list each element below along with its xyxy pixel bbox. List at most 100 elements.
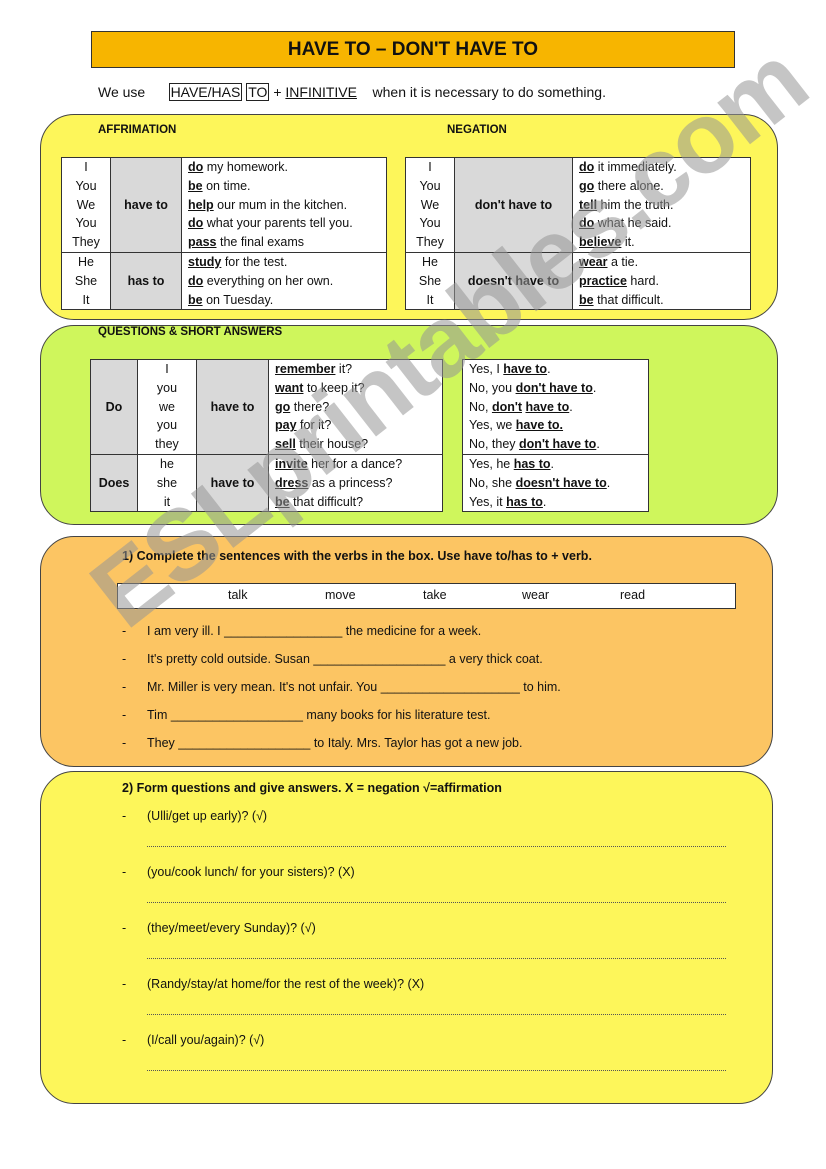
complement: our mum in the kitchen. — [213, 197, 348, 212]
verb: pay — [275, 418, 297, 433]
prompt-text: (Randy/stay/at home/for the rest of the … — [147, 977, 425, 991]
answer-text: No, — [469, 399, 492, 414]
verbs-cell: wear a tie. practice hard. be that difficu… — [572, 251, 751, 311]
short-answer: No, she doesn't have to. — [469, 474, 648, 493]
short-answer: No, they don't have to. — [469, 435, 648, 454]
bullet-dash: - — [122, 624, 127, 638]
verb: go — [579, 178, 595, 193]
gap-fill-sentence: - Tim ___________________ many books for … — [122, 708, 491, 722]
do-does-cell: Does — [90, 453, 138, 513]
subject: We — [420, 197, 440, 212]
subjects-cell: I You We You They — [405, 157, 455, 253]
complement: to keep it? — [303, 380, 365, 395]
verb: do — [579, 160, 595, 174]
short-answer: Yes, we have to. — [469, 416, 648, 435]
sentence-text: It's pretty cold outside. Susan ________… — [147, 652, 543, 666]
short-answer: Yes, I have to. — [469, 360, 648, 379]
answer-text: . — [550, 456, 555, 471]
example-line: practice hard. — [579, 272, 750, 291]
do-does-cell: Do — [90, 359, 138, 455]
example-line: help our mum in the kitchen. — [188, 196, 386, 215]
answer-text: . — [592, 380, 597, 395]
question-line: remember it? — [275, 360, 442, 379]
answers-cell: Yes, I have to. No, you don't have to. No,… — [462, 359, 649, 455]
negation-label: NEGATION — [447, 124, 507, 136]
answer-line[interactable] — [147, 1070, 726, 1071]
verb: do — [579, 216, 595, 231]
subject: You — [75, 178, 97, 193]
answer-line[interactable] — [147, 958, 726, 959]
subject: She — [74, 273, 98, 288]
have-to-cell: have to — [196, 359, 269, 455]
subject: You — [419, 178, 441, 193]
answer-text: No, she — [469, 475, 516, 490]
example-line: pass the final exams — [188, 233, 386, 252]
question-prompt: - (I/call you/again)? (√) — [122, 1033, 264, 1047]
short-answer: Yes, it has to. — [469, 493, 648, 512]
question-line: sell their house? — [275, 435, 442, 454]
table-row: Yes, I have to. No, you don't have to. No,… — [462, 359, 649, 455]
negation-table: I You We You They don't have to do it immediat… — [405, 157, 751, 311]
worksheet-title: HAVE TO – DON'T HAVE TO — [91, 31, 735, 68]
subjects-cell: he she it — [137, 453, 197, 513]
bullet-dash: - — [122, 708, 127, 722]
subject: I — [165, 362, 169, 376]
subjects-cell: He She It — [61, 251, 111, 311]
subjects-cell: He She It — [405, 251, 455, 311]
answer-text: Yes, we — [469, 418, 516, 433]
subject: you — [156, 418, 178, 433]
complement: a tie. — [607, 254, 639, 269]
complement: for it? — [296, 418, 332, 433]
answers-cell: Yes, he has to. No, she doesn't have to. Y… — [462, 453, 649, 513]
subject: They — [72, 235, 100, 250]
table-row: Does he she it have to invite her for a dance… — [90, 453, 443, 513]
questions-table: Do Iyou we you they have to remember it? want t… — [90, 359, 443, 513]
subject: They — [416, 235, 444, 250]
auxiliary-cell: has to — [110, 251, 182, 311]
complement: as a princess? — [308, 475, 393, 490]
gap-fill-sentence: - Mr. Miller is very mean. It's not unfai… — [122, 680, 561, 694]
verb: want — [275, 380, 304, 395]
answer-verb: doesn't have to — [515, 475, 607, 490]
question-prompt: - (Randy/stay/at home/for the rest of the… — [122, 977, 424, 991]
table-row: He She It doesn't have to wear a tie. practic… — [405, 251, 751, 311]
bullet-dash: - — [122, 977, 127, 991]
subject: He — [422, 254, 438, 269]
answer-verb: don't have to — [515, 380, 593, 395]
bullet-dash: - — [122, 652, 127, 666]
subject: we — [159, 399, 175, 414]
complement: it. — [621, 235, 635, 250]
prompt-text: (they/meet/every Sunday)? (√) — [147, 921, 316, 935]
verbs-cell: do it immediately. go there alone. tell hi… — [572, 157, 751, 253]
subject: We — [76, 197, 96, 212]
gap-fill-sentence: - I am very ill. I _________________ the … — [122, 624, 481, 638]
affirmation-table: I You We You They have to do my homework. be on… — [61, 157, 387, 311]
complement: him the truth. — [597, 197, 674, 212]
question-line: be that difficult? — [275, 493, 442, 512]
complement: everything on her own. — [203, 273, 334, 288]
answer-verb: don't — [491, 399, 522, 414]
subject: She — [418, 273, 442, 288]
answer-text: No, they — [469, 437, 520, 452]
example-line: study for the test. — [188, 253, 386, 272]
auxiliary-cell: doesn't have to — [454, 251, 573, 311]
example-line: do my homework. — [188, 158, 386, 177]
verbs-cell: remember it? want to keep it? go there? pay… — [268, 359, 443, 455]
complement: that difficult? — [289, 494, 364, 509]
verb: tell — [579, 197, 598, 212]
answer-text: . — [569, 399, 573, 414]
verb: be — [579, 292, 594, 307]
answer-text: . — [596, 437, 600, 452]
verbs-cell: study for the test. do everything on her … — [181, 251, 387, 311]
verb: remember — [275, 362, 336, 376]
answer-line[interactable] — [147, 1014, 726, 1015]
answer-text: . — [547, 362, 551, 376]
example-line: be on Tuesday. — [188, 291, 386, 310]
subject: I — [428, 160, 432, 174]
answer-line[interactable] — [147, 902, 726, 903]
bullet-dash: - — [122, 865, 127, 879]
answer-line[interactable] — [147, 846, 726, 847]
bullet-dash: - — [122, 809, 127, 823]
subject: I — [84, 160, 88, 174]
example-line: do everything on her own. — [188, 272, 386, 291]
